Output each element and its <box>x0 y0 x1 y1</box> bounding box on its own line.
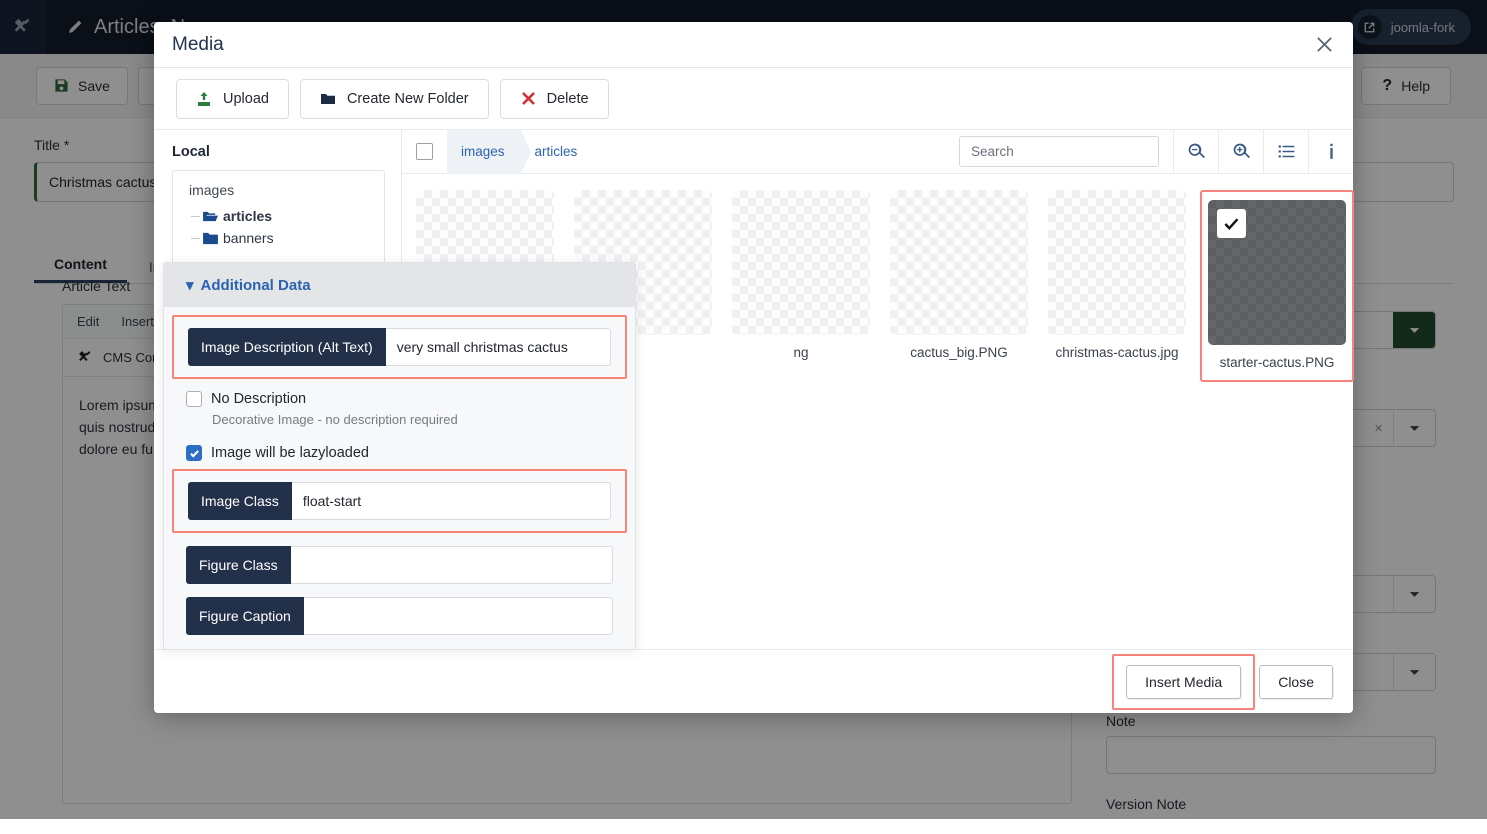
image-class-field: Image Class float-start <box>188 482 611 520</box>
media-item-label: christmas-cactus.jpg <box>1048 345 1186 360</box>
figure-caption-input[interactable] <box>304 597 613 635</box>
media-view-controls: Search <box>959 130 1353 174</box>
upload-icon <box>196 91 212 107</box>
media-sidebar-heading: Local <box>172 144 385 160</box>
upload-button[interactable]: Upload <box>176 79 289 119</box>
delete-button-label: Delete <box>547 91 589 107</box>
media-item[interactable]: cactus_big.PNG <box>890 190 1028 360</box>
lazyload-checkbox[interactable] <box>186 445 202 461</box>
media-item[interactable]: ng <box>732 190 870 360</box>
breadcrumb-articles[interactable]: articles <box>521 130 594 174</box>
zoom-in-icon[interactable] <box>1218 130 1263 174</box>
media-modal-title: Media <box>172 34 1311 56</box>
create-folder-label: Create New Folder <box>347 91 469 107</box>
folder-icon <box>320 91 336 107</box>
media-item-label: starter-cactus.PNG <box>1208 355 1346 370</box>
search-input[interactable]: Search <box>959 136 1159 167</box>
figure-class-label: Figure Class <box>186 546 291 584</box>
insert-media-button[interactable]: Insert Media <box>1126 665 1241 699</box>
additional-data-panel: ▾ Additional Data Image Description (Alt… <box>163 262 636 650</box>
tree-root-images[interactable]: images <box>189 182 384 205</box>
additional-data-header[interactable]: ▾ Additional Data <box>164 263 635 307</box>
selected-checkbox[interactable] <box>1217 209 1246 238</box>
folder-icon <box>203 232 218 245</box>
media-action-bar: Upload Create New Folder Delete <box>154 68 1353 130</box>
additional-data-heading: Additional Data <box>201 277 311 294</box>
image-class-label: Image Class <box>188 482 292 520</box>
no-description-help: Decorative Image - no description requir… <box>212 412 613 427</box>
media-thumbnail <box>1208 200 1346 345</box>
media-item-selected[interactable]: starter-cactus.PNG <box>1200 190 1354 382</box>
tree-item-articles[interactable]: articles <box>189 205 384 227</box>
lazyload-row[interactable]: Image will be lazyloaded <box>186 445 613 461</box>
tree-item-banners[interactable]: banners <box>189 227 384 249</box>
tree-item-label: banners <box>223 230 274 246</box>
list-view-icon[interactable] <box>1263 130 1308 174</box>
insert-media-highlight: Insert Media <box>1112 654 1255 710</box>
media-modal-footer: Insert Media Close <box>154 649 1353 713</box>
image-class-highlight: Image Class float-start <box>172 469 627 533</box>
media-thumbnail <box>732 190 870 335</box>
figure-caption-label: Figure Caption <box>186 597 304 635</box>
additional-data-body: Image Description (Alt Text) very small … <box>164 307 635 635</box>
create-new-folder-button[interactable]: Create New Folder <box>300 79 489 119</box>
alt-text-highlight: Image Description (Alt Text) very small … <box>172 315 627 379</box>
lazyload-group: Image will be lazyloaded <box>186 445 613 461</box>
image-class-input[interactable]: float-start <box>292 482 611 520</box>
tree-item-label: articles <box>223 208 272 224</box>
no-description-row[interactable]: No Description <box>186 391 613 407</box>
media-item[interactable]: christmas-cactus.jpg <box>1048 190 1186 360</box>
alt-text-input[interactable]: very small christmas cactus <box>386 328 611 366</box>
lazyload-label: Image will be lazyloaded <box>211 445 369 461</box>
select-all-checkbox[interactable] <box>416 143 433 160</box>
alt-text-field: Image Description (Alt Text) very small … <box>188 328 611 366</box>
media-item-label: cactus_big.PNG <box>890 345 1028 360</box>
folder-open-icon <box>203 210 218 223</box>
info-icon[interactable] <box>1308 130 1353 174</box>
media-breadcrumb-bar: images articles Search <box>402 130 1353 174</box>
no-description-checkbox[interactable] <box>186 391 202 407</box>
figure-class-input[interactable] <box>291 546 613 584</box>
caret-down-icon: ▾ <box>186 276 194 294</box>
figure-caption-field: Figure Caption <box>186 597 613 635</box>
close-icon[interactable] <box>1311 32 1337 58</box>
no-description-group: No Description Decorative Image - no des… <box>186 391 613 427</box>
close-button[interactable]: Close <box>1259 665 1333 699</box>
breadcrumb-images[interactable]: images <box>447 130 521 174</box>
media-modal-header: Media <box>154 22 1353 68</box>
alt-text-label: Image Description (Alt Text) <box>188 328 386 366</box>
times-red-icon <box>520 91 536 107</box>
zoom-out-icon[interactable] <box>1173 130 1218 174</box>
no-description-label: No Description <box>211 391 306 407</box>
media-thumbnail <box>890 190 1028 335</box>
media-thumbnail <box>1048 190 1186 335</box>
figure-class-field: Figure Class <box>186 546 613 584</box>
delete-button[interactable]: Delete <box>500 79 609 119</box>
upload-button-label: Upload <box>223 91 269 107</box>
media-item-label: ng <box>732 345 870 360</box>
